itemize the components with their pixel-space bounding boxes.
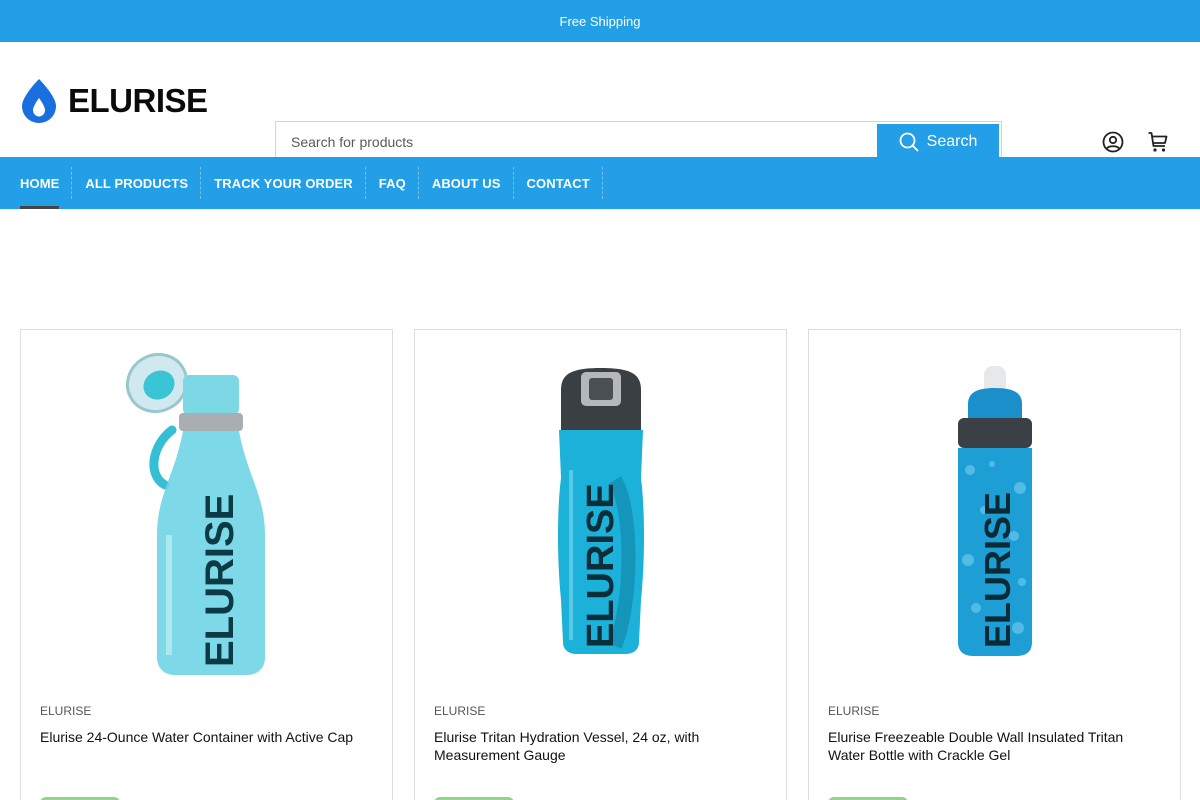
product-image[interactable]: ELURISE	[809, 330, 1180, 690]
nav-item-label: HOME	[20, 175, 60, 191]
nav-item-label: TRACK YOUR ORDER	[214, 175, 353, 191]
svg-text:ELURISE: ELURISE	[580, 483, 622, 648]
cart-icon	[1148, 132, 1168, 152]
nav-item-all-products[interactable]: ALL PRODUCTS	[85, 157, 202, 209]
nav-item-label: ALL PRODUCTS	[85, 175, 189, 191]
svg-text:ELURISE: ELURISE	[977, 492, 1018, 648]
search-button-label: Search	[926, 133, 978, 150]
site-header: ELURISE Search	[0, 42, 1200, 163]
product-image[interactable]: ELURISE	[21, 330, 392, 690]
search-icon	[899, 132, 919, 152]
account-icon	[1102, 131, 1124, 153]
site-logo[interactable]: ELURISE	[20, 77, 208, 125]
water-drop-logo-icon	[22, 79, 56, 123]
search-button[interactable]: Search	[877, 124, 999, 160]
nav-item-about-us[interactable]: ABOUT US	[432, 157, 514, 209]
bottle-flip-cap-image: ELURISE	[125, 352, 265, 675]
nav-item-faq[interactable]: FAQ	[379, 157, 419, 209]
nav-item-label: FAQ	[378, 175, 406, 191]
cart-button[interactable]	[1146, 130, 1170, 154]
product-title[interactable]: Elurise 24-Ounce Water Container with Ac…	[40, 728, 375, 746]
product-card[interactable]: ELURISE ELURISE Elurise Tritan Hydration…	[414, 329, 787, 800]
announcement-bar: Free Shipping	[0, 0, 1200, 42]
nav-item-home[interactable]: HOME	[20, 157, 73, 209]
product-card[interactable]: ELURISE ELURISE Elurise 24-Ounce Water C…	[20, 329, 393, 800]
nav-item-contact[interactable]: CONTACT	[526, 157, 604, 209]
header-actions	[1101, 130, 1170, 154]
logo-text: ELURISE	[68, 82, 208, 119]
main-nav: HOME ALL PRODUCTS TRACK YOUR ORDER FAQ A…	[0, 157, 1200, 209]
product-brand: ELURISE	[828, 704, 880, 718]
bottle-tritan-image: ELURISE	[557, 368, 644, 654]
product-grid: ELURISE ELURISE Elurise 24-Ounce Water C…	[20, 329, 1181, 800]
nav-item-label: CONTACT	[526, 175, 590, 191]
svg-text:ELURISE: ELURISE	[198, 494, 242, 667]
product-brand: ELURISE	[40, 704, 92, 718]
product-card[interactable]: ELURISE ELURISE Elurise Freezeable Doubl…	[808, 329, 1181, 800]
product-title[interactable]: Elurise Freezeable Double Wall Insulated…	[828, 728, 1163, 764]
nav-item-label: ABOUT US	[431, 175, 501, 191]
announcement-text: Free Shipping	[559, 13, 641, 29]
product-image[interactable]: ELURISE	[415, 330, 786, 690]
product-title[interactable]: Elurise Tritan Hydration Vessel, 24 oz, …	[434, 728, 769, 764]
product-brand: ELURISE	[434, 704, 486, 718]
search-input[interactable]	[276, 122, 876, 162]
bottle-crackle-image: ELURISE	[957, 366, 1032, 656]
nav-item-track-order[interactable]: TRACK YOUR ORDER	[214, 157, 366, 209]
account-button[interactable]	[1101, 130, 1125, 154]
